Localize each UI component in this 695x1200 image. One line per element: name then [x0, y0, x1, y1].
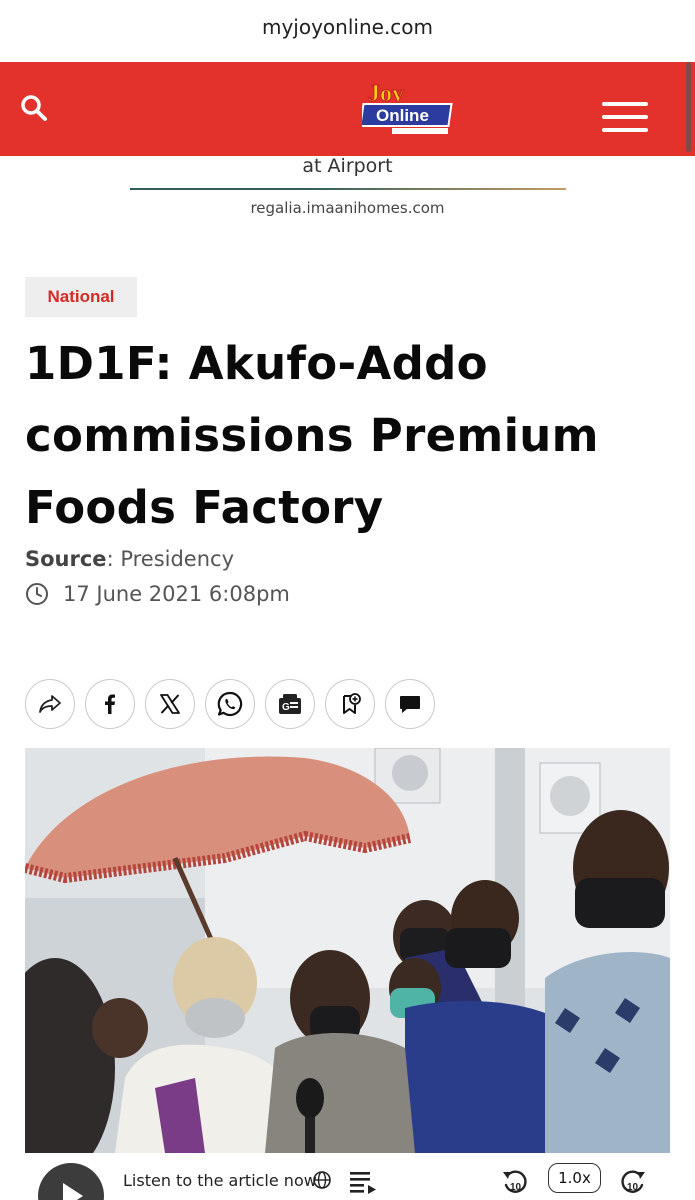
facebook-icon [105, 694, 115, 714]
playlist-icon[interactable] [348, 1169, 378, 1195]
article-photo[interactable] [25, 748, 670, 1153]
category-tag[interactable]: National [25, 277, 137, 317]
svg-text:10: 10 [510, 1182, 522, 1193]
logo-online-text: Online [376, 106, 429, 125]
share-button[interactable] [25, 679, 75, 729]
browser-url: myjoyonline.com [261, 15, 434, 39]
clock-icon [26, 583, 48, 605]
menu-bar-icon [602, 128, 648, 132]
google-news-icon: G [279, 694, 301, 714]
menu-bar-icon [602, 115, 648, 119]
article-source: Source: Presidency [25, 547, 234, 571]
svg-text:G: G [282, 702, 290, 713]
share-icon [39, 695, 61, 713]
menu-bar-icon [602, 102, 648, 106]
forward-10-icon[interactable]: 10 [618, 1166, 648, 1196]
site-header: Joy Online [0, 62, 695, 156]
bookmark-add-icon [343, 693, 361, 714]
google-news-button[interactable]: G [265, 679, 315, 729]
comment-icon [400, 696, 420, 713]
x-icon [160, 694, 180, 714]
joy-online-logo[interactable]: Joy Online [359, 79, 458, 137]
article-title: 1D1F: Akufo-Addo commissions Premium Foo… [25, 328, 665, 544]
audio-player: Listen to the article now 10 1.0x 10 [0, 1153, 695, 1200]
search-icon [21, 95, 47, 121]
x-share-button[interactable] [145, 679, 195, 729]
listen-label: Listen to the article now [123, 1171, 317, 1190]
publish-date: 17 June 2021 6:08pm [63, 582, 290, 606]
ad-link[interactable]: regalia.imaanihomes.com [0, 199, 695, 217]
ad-divider [130, 188, 566, 190]
browser-url-bar[interactable]: myjoyonline.com [0, 0, 695, 62]
ad-headline[interactable]: at Airport [0, 155, 695, 177]
search-button[interactable] [18, 92, 50, 124]
facebook-share-button[interactable] [85, 679, 135, 729]
comments-button[interactable] [385, 679, 435, 729]
article-date: 17 June 2021 6:08pm [25, 582, 290, 606]
source-value: : Presidency [106, 547, 235, 571]
play-button[interactable] [38, 1163, 104, 1200]
bookmark-button[interactable] [325, 679, 375, 729]
globe-icon[interactable] [312, 1170, 332, 1190]
title-line: 1D1F: Akufo-Addo [25, 337, 488, 390]
title-line: Foods Factory [25, 481, 384, 534]
playback-speed-button[interactable]: 1.0x [548, 1163, 601, 1193]
whatsapp-share-button[interactable] [205, 679, 255, 729]
svg-text:10: 10 [627, 1182, 639, 1193]
title-line: commissions Premium [25, 409, 599, 462]
whatsapp-icon [217, 691, 243, 717]
rewind-10-icon[interactable]: 10 [500, 1166, 530, 1196]
hamburger-menu-button[interactable] [602, 102, 650, 134]
source-label: Source [25, 547, 107, 571]
share-toolbar: G [25, 679, 445, 729]
event-photo-illustration [25, 748, 670, 1153]
page-scrollbar[interactable] [686, 62, 691, 152]
